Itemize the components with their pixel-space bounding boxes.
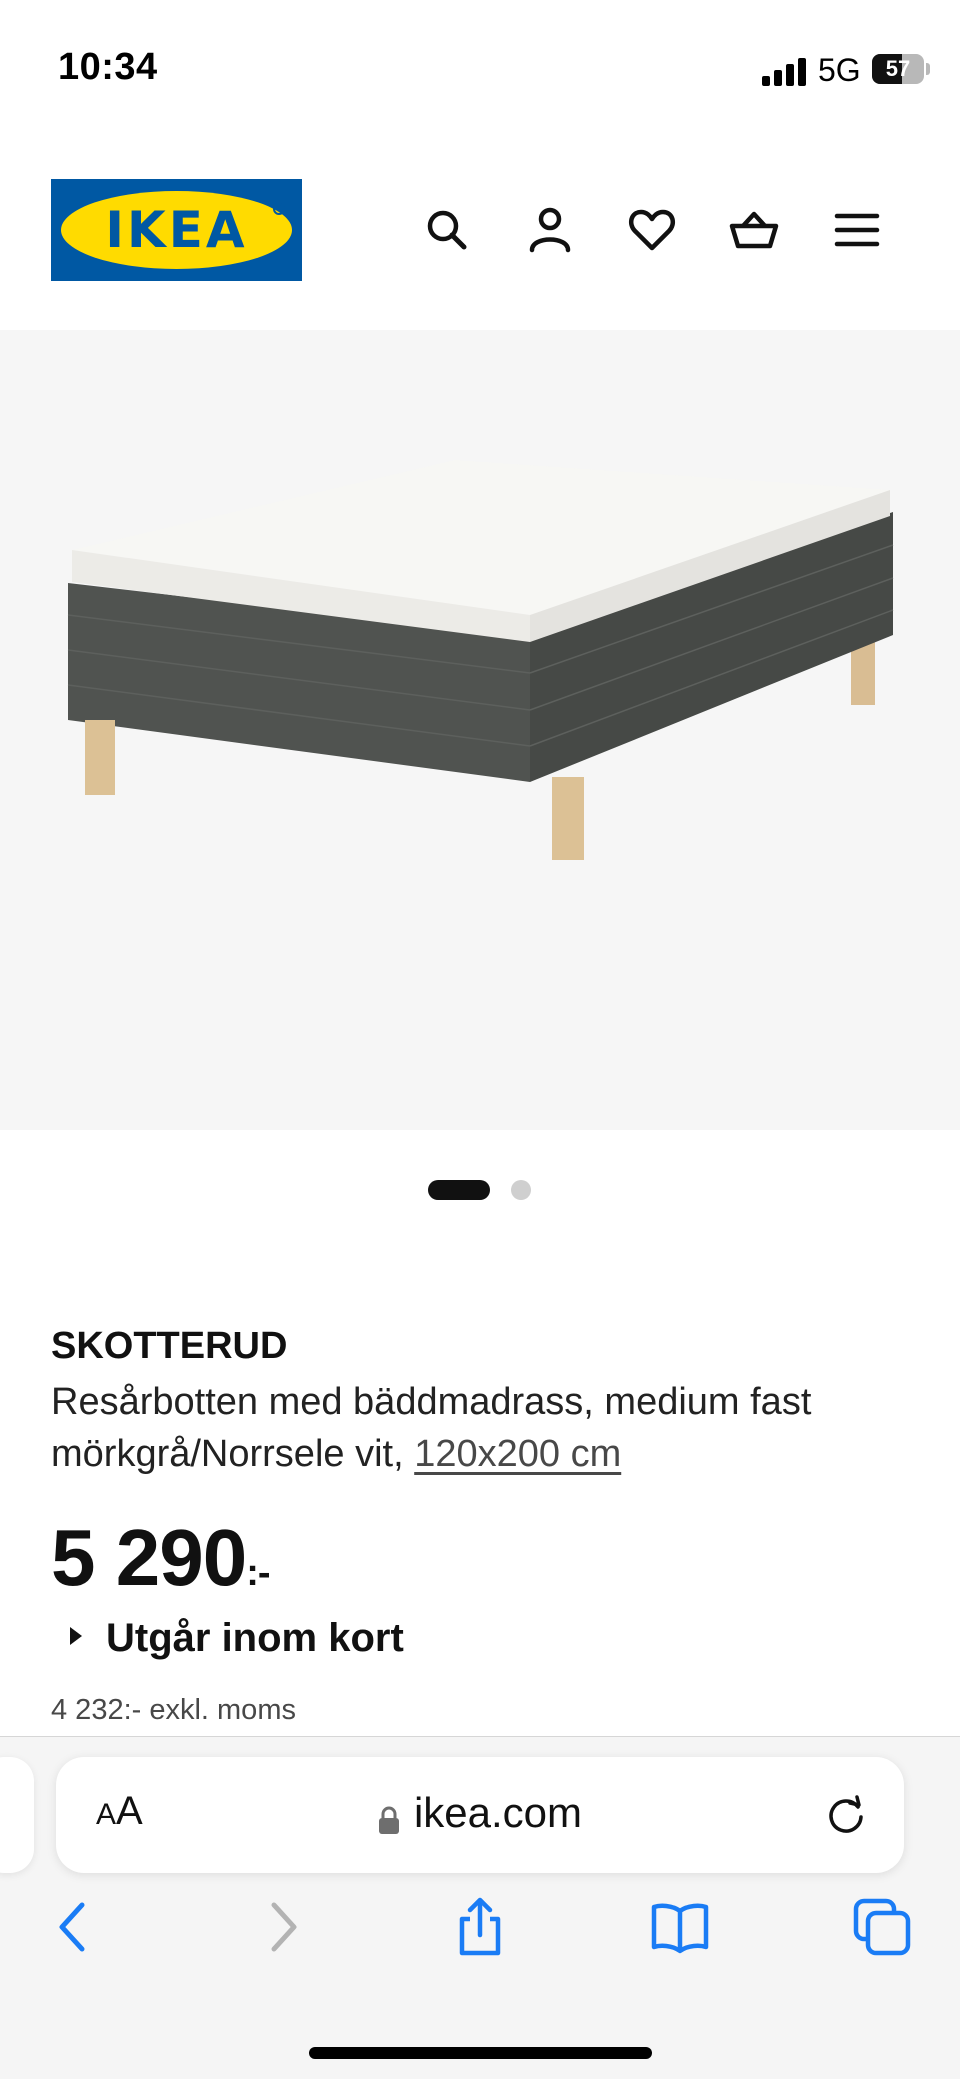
registered-mark-icon [273,203,285,215]
reload-icon[interactable] [824,1793,868,1837]
status-time: 10:34 [58,46,158,88]
previous-tab-preview[interactable] [0,1757,34,1873]
logo-text: IKEA [105,201,248,259]
bed-leg [85,720,115,795]
price-main: 5 290 [51,1513,247,1602]
availability-toggle[interactable]: Utgår inom kort [70,1616,404,1661]
battery-tip [926,63,930,75]
heart-icon[interactable] [626,204,678,256]
product-description: Resårbotten med bäddmadrass, medium fast… [51,1376,871,1480]
carousel-dot-active[interactable] [428,1180,490,1200]
signal-strength-icon [762,56,806,86]
bed-illustration [67,460,894,860]
carousel-dot[interactable] [511,1180,531,1200]
battery-icon: 57 [872,54,924,84]
address-bar[interactable]: AA ikea.com [56,1757,904,1873]
lock-icon [378,1797,400,1834]
basket-icon[interactable] [728,204,780,256]
search-icon[interactable] [421,204,473,256]
url-display[interactable]: ikea.com [56,1789,904,1837]
product-image[interactable] [0,330,960,1130]
site-header: IKEA [0,160,960,300]
tabs-icon[interactable] [852,1897,912,1957]
bookmarks-icon[interactable] [650,1897,710,1957]
product-name: SKOTTERUD [51,1325,288,1367]
browser-toolbar: AA ikea.com [0,1736,960,2079]
bed-leg [552,777,584,860]
home-indicator[interactable] [309,2047,652,2059]
price-excl-vat: 4 232:- exkl. moms [51,1694,296,1726]
caret-right-icon [70,1627,82,1646]
price-suffix: :- [246,1552,270,1594]
size-link[interactable]: 120x200 cm [414,1433,621,1475]
share-icon[interactable] [450,1897,510,1957]
availability-label: Utgår inom kort [106,1616,404,1660]
back-icon[interactable] [44,1897,104,1957]
carousel-indicator [0,1180,960,1204]
forward-icon[interactable] [252,1897,312,1957]
user-icon[interactable] [524,204,576,256]
url-text: ikea.com [413,1789,583,1836]
battery-level: 57 [885,56,911,81]
ikea-logo[interactable]: IKEA [51,179,302,281]
network-type: 5G [818,52,861,88]
product-price: 5 290:- [51,1512,271,1604]
menu-icon[interactable] [831,204,883,256]
status-bar: 10:34 5G 57 [0,0,960,140]
